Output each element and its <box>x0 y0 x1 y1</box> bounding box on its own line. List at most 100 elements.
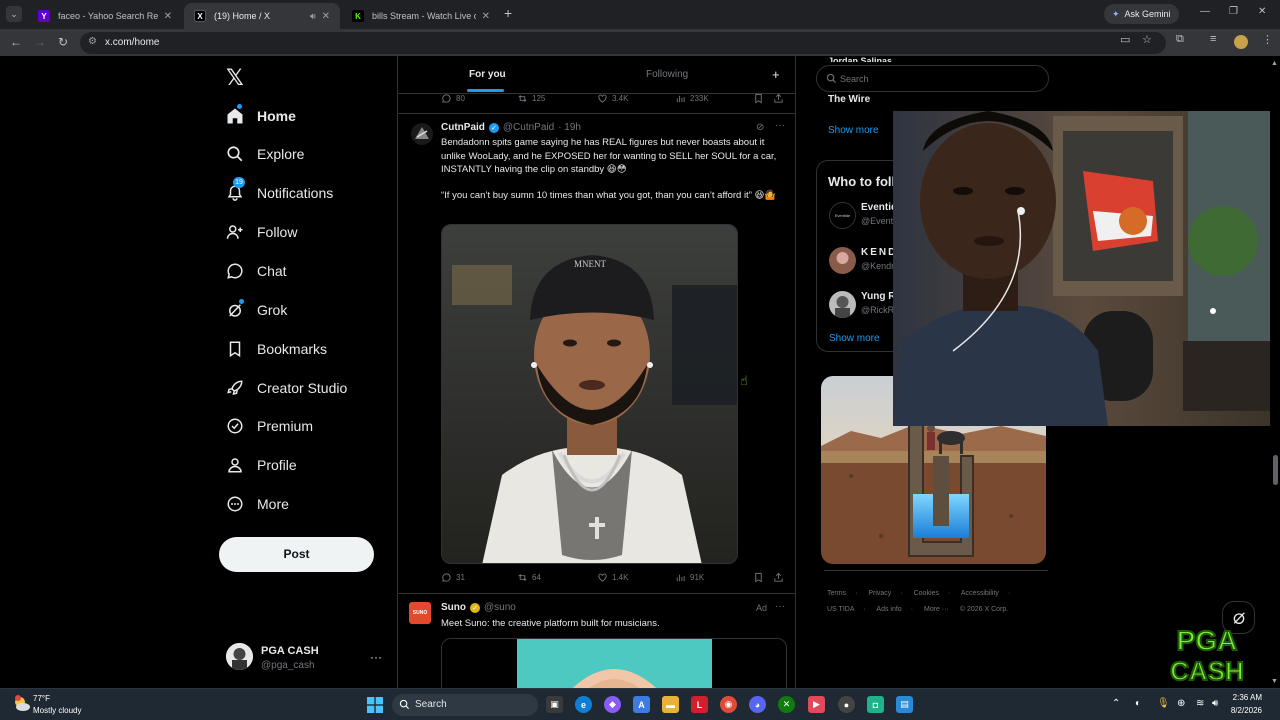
nav-home[interactable]: Home <box>226 103 296 129</box>
tab-search-button[interactable]: ⌄ <box>6 6 22 22</box>
taskbar-search[interactable]: Search <box>392 694 538 716</box>
author-handle[interactable]: @suno <box>484 602 516 613</box>
page-scrollbar[interactable] <box>1270 56 1280 688</box>
show-more-link[interactable]: Show more <box>829 333 880 344</box>
app-icon[interactable]: ◘ <box>867 696 884 713</box>
x-logo-icon[interactable]: 𝕏 <box>226 65 244 91</box>
reply-button[interactable]: 31 <box>441 572 465 583</box>
close-window-icon[interactable]: ✕ <box>1258 6 1266 17</box>
footer-link-cookies[interactable]: Cookies <box>914 590 939 597</box>
discord-icon[interactable]: ◕ <box>749 696 766 713</box>
nav-explore[interactable]: Explore <box>226 141 304 167</box>
repost-button[interactable]: 64 <box>517 572 541 583</box>
nav-profile[interactable]: Profile <box>226 452 297 478</box>
footer-link-ads-info[interactable]: Ads info <box>876 606 901 613</box>
wifi-icon[interactable]: ≋ <box>1196 698 1204 709</box>
clock-date[interactable]: 8/2/2026 <box>1222 706 1262 715</box>
nav-follow[interactable]: Follow <box>226 219 297 245</box>
share-button[interactable] <box>773 572 784 583</box>
clock-time[interactable]: 2:36 AM <box>1222 693 1262 702</box>
speaker-icon[interactable]: 🔊︎ <box>310 11 316 22</box>
nav-more[interactable]: More <box>226 491 289 517</box>
nav-notifications[interactable]: 19 Notifications <box>226 177 333 206</box>
views-button[interactable]: 91K <box>675 572 704 583</box>
bookmark-star-icon[interactable]: ☆ <box>1142 33 1152 46</box>
volume-icon[interactable]: 🔊︎ <box>1212 698 1218 709</box>
share-button[interactable] <box>773 93 784 104</box>
weather-temperature[interactable]: 77°F <box>33 694 50 703</box>
trend-item[interactable]: The Wire <box>828 94 870 105</box>
nav-chat[interactable]: Chat <box>226 258 287 284</box>
tab-x-home[interactable]: X (19) Home / X 🔊︎ ✕ <box>184 3 340 29</box>
trend-item[interactable]: Jordan Salinas <box>828 56 892 62</box>
footer-link-terms[interactable]: Terms <box>827 590 846 597</box>
tweet-video[interactable]: MNENT <box>441 224 738 564</box>
bookmark-button[interactable] <box>753 572 764 583</box>
bookmark-button[interactable] <box>753 93 764 104</box>
views-button[interactable]: 233K <box>675 93 709 104</box>
app-icon[interactable]: ▤ <box>896 696 913 713</box>
tab-for-you[interactable]: For you <box>469 69 506 80</box>
browser-profile-avatar[interactable] <box>1234 35 1248 49</box>
nav-creator-studio[interactable]: Creator Studio <box>226 375 347 401</box>
app-icon[interactable]: A <box>633 696 650 713</box>
author-name[interactable]: CutnPaid <box>441 122 485 133</box>
weather-icon[interactable] <box>12 694 31 713</box>
ad-media[interactable] <box>441 638 787 688</box>
like-button[interactable]: 1.4K <box>597 572 628 583</box>
reload-icon[interactable]: ↻ <box>58 35 68 49</box>
nav-grok[interactable]: Grok <box>226 297 287 323</box>
add-feed-icon[interactable]: + <box>772 67 780 82</box>
microphone-icon[interactable]: 🎙︎ <box>1157 698 1170 709</box>
minimize-icon[interactable]: — <box>1200 6 1210 17</box>
nav-bookmarks[interactable]: Bookmarks <box>226 336 327 362</box>
avatar[interactable] <box>226 643 253 670</box>
task-view-icon[interactable]: ▣ <box>546 696 563 713</box>
edge-icon[interactable]: e <box>575 696 592 713</box>
windows-start-icon[interactable] <box>367 697 383 713</box>
extensions-icon[interactable]: ⧉ <box>1176 33 1184 46</box>
author-name[interactable]: Suno <box>441 602 466 613</box>
app-icon[interactable]: L <box>691 696 708 713</box>
like-button[interactable]: 3.4K <box>597 93 628 104</box>
restore-icon[interactable]: ❐ <box>1229 6 1238 17</box>
new-tab-button[interactable]: + <box>504 5 512 21</box>
reply-button[interactable]: 80 <box>441 93 465 104</box>
reading-list-icon[interactable]: ≡ <box>1210 33 1216 45</box>
scroll-down-icon[interactable]: ▼ <box>1271 678 1278 685</box>
nav-premium[interactable]: Premium <box>226 413 313 439</box>
ask-gemini-button[interactable]: ✦ Ask Gemini <box>1104 4 1179 24</box>
close-tab-icon[interactable]: ✕ <box>164 11 172 22</box>
footer-link-more[interactable]: More ··· <box>924 606 949 613</box>
tab-following[interactable]: Following <box>646 69 688 80</box>
avatar[interactable] <box>411 123 433 145</box>
show-more-link[interactable]: Show more <box>828 125 879 136</box>
repost-button[interactable]: 125 <box>517 93 545 104</box>
close-tab-icon[interactable]: ✕ <box>482 11 490 22</box>
cast-icon[interactable]: ▭ <box>1120 33 1130 46</box>
grok-analyze-icon[interactable]: ⊘ <box>756 122 764 133</box>
profile-name[interactable]: PGA CASH <box>261 645 319 657</box>
back-arrow-icon[interactable]: ← <box>10 35 22 49</box>
scroll-up-icon[interactable]: ▲ <box>1271 60 1278 67</box>
account-menu-icon[interactable]: ··· <box>370 650 382 664</box>
tray-app-icon[interactable]: ◐ <box>1135 698 1141 709</box>
footer-link-accessibility[interactable]: Accessibility <box>961 590 999 597</box>
obs-icon[interactable]: ● <box>838 696 855 713</box>
tweet-time[interactable]: · 19h <box>558 122 581 133</box>
author-handle[interactable]: @CutnPaid <box>503 122 554 133</box>
footer-link-privacy[interactable]: Privacy <box>868 590 891 597</box>
tray-overflow-icon[interactable]: ⌃ <box>1112 698 1120 709</box>
close-tab-icon[interactable]: ✕ <box>322 11 330 22</box>
post-button[interactable]: Post <box>219 537 374 572</box>
search-input[interactable]: Search <box>816 65 1049 92</box>
tab-yahoo[interactable]: Y faceo - Yahoo Search Results ✕ <box>28 3 182 29</box>
copilot-icon[interactable]: ◆ <box>604 696 621 713</box>
file-explorer-icon[interactable]: ▬ <box>662 696 679 713</box>
footer-link-us-tida[interactable]: US TIDA <box>827 606 855 613</box>
chrome-icon[interactable]: ◉ <box>720 696 737 713</box>
tab-kick[interactable]: K bills Stream - Watch Live on Kick ✕ <box>342 3 500 29</box>
network-settings-icon[interactable]: ⊕ <box>1177 698 1185 709</box>
more-options-icon[interactable]: ··· <box>775 601 785 612</box>
xbox-icon[interactable]: ✕ <box>778 696 795 713</box>
